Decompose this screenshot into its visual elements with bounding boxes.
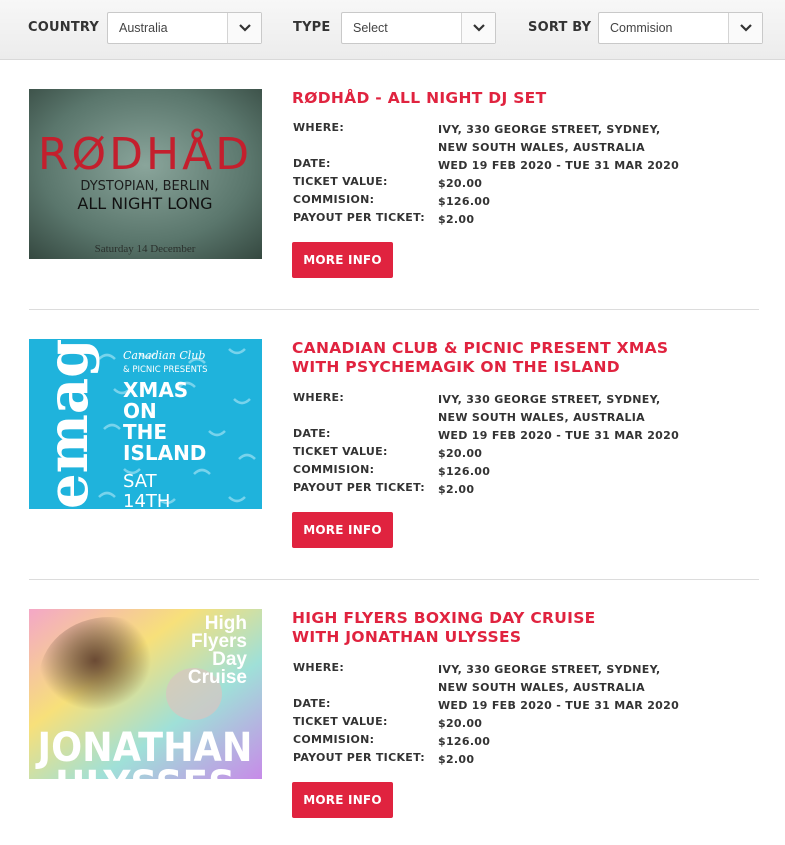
poster-title: RØDHÅD (38, 127, 252, 180)
chevron-down-icon[interactable] (461, 13, 495, 43)
event-poster[interactable]: High Flyers Day Cruise JONATHAN ULYSSES (29, 609, 262, 779)
country-label: COUNTRY (28, 20, 100, 35)
poster-date: Saturday 14 December (95, 243, 196, 255)
poster-presents: & PICNIC PRESENTS (123, 365, 208, 375)
poster-tagline: ALL NIGHT LONG (77, 194, 212, 213)
type-select-value: Select (353, 21, 388, 35)
divider (29, 579, 759, 580)
type-select[interactable]: Select (341, 12, 496, 44)
poster-subtitle: DYSTOPIAN, BERLIN (80, 179, 209, 194)
type-label: TYPE (293, 20, 331, 35)
country-select[interactable]: Australia (107, 12, 262, 44)
event-title[interactable]: HIGH FLYERS BOXING DAY CRUISE WITH JONAT… (292, 609, 732, 647)
filter-bar: COUNTRY Australia TYPE Select SORT BY Co… (0, 0, 785, 60)
event-poster[interactable]: emagik Canadian Club & PICNIC PRESENTS X… (29, 339, 262, 509)
poster-day: 14TH (123, 491, 170, 509)
poster-name-2: ULYSSES (55, 763, 235, 779)
sort-select-value: Commision (610, 21, 673, 35)
event-title[interactable]: CANADIAN CLUB & PICNIC PRESENT XMAS WITH… (292, 339, 732, 377)
event-title[interactable]: RØDHÅD - ALL NIGHT DJ SET (292, 89, 732, 108)
event-poster[interactable]: RØDHÅD DYSTOPIAN, BERLIN ALL NIGHT LONG … (29, 89, 262, 259)
chevron-down-icon[interactable] (227, 13, 261, 43)
divider (29, 309, 759, 310)
poster-vertical-text: emagik (35, 339, 101, 509)
more-info-button[interactable]: MORE INFO (292, 242, 393, 278)
more-info-button[interactable]: MORE INFO (292, 512, 393, 548)
sort-label: SORT BY (528, 20, 592, 35)
chevron-down-icon[interactable] (728, 13, 762, 43)
poster-text-4: Cruise (188, 667, 247, 688)
poster-sat: SAT (123, 471, 158, 492)
sort-select[interactable]: Commision (598, 12, 763, 44)
more-info-button[interactable]: MORE INFO (292, 782, 393, 818)
poster-big-4: ISLAND (123, 441, 206, 465)
country-select-value: Australia (119, 21, 168, 35)
poster-script: Canadian Club (123, 349, 205, 362)
